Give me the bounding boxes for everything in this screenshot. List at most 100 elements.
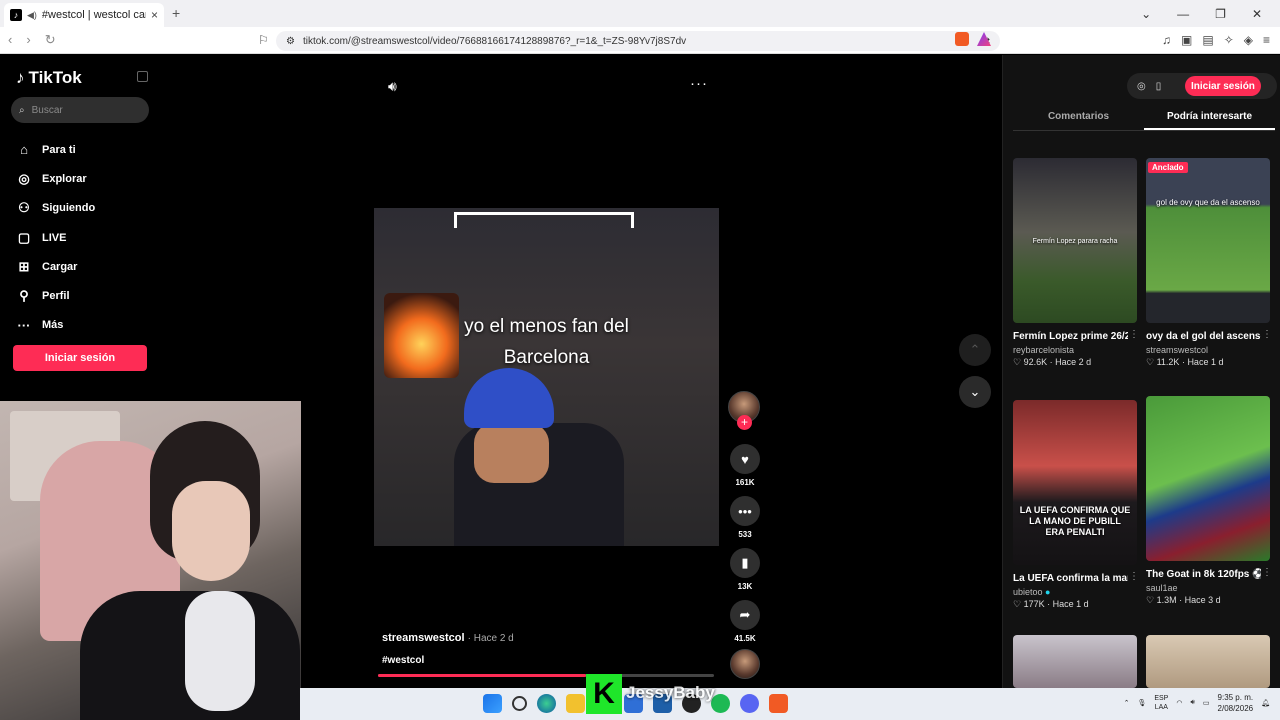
- vpn-icon[interactable]: ◈: [1244, 33, 1253, 47]
- save-action[interactable]: ▮ 13K: [730, 548, 760, 591]
- suggested-video-card[interactable]: Anclado gol de ovy que da el ascenso ovy…: [1146, 158, 1272, 368]
- volume-icon[interactable]: 🔊︎: [388, 78, 397, 95]
- brave-rewards-icon[interactable]: [977, 32, 991, 46]
- sidebar-item-siguiendo[interactable]: ⚇ Siguiendo: [16, 194, 95, 223]
- sidebar-item-label: Perfil: [42, 290, 70, 303]
- video-thumbnail[interactable]: LA UEFA CONFIRMA QUE LA MANO DE PUBILL E…: [1013, 400, 1137, 565]
- card-more-icon[interactable]: ⋮: [1129, 571, 1139, 582]
- comment-action[interactable]: ••• 533: [730, 496, 760, 539]
- video-progress-bar[interactable]: [378, 674, 714, 677]
- card-title[interactable]: La UEFA confirma la mano de Pubill #futb…: [1013, 571, 1128, 586]
- tray-chevron-icon[interactable]: ⌃: [1124, 699, 1130, 707]
- compass-icon: ◎: [18, 170, 30, 186]
- new-tab-button[interactable]: +: [172, 5, 180, 21]
- previous-video-button[interactable]: ⌃: [959, 334, 991, 366]
- sidebar-item-cargar[interactable]: ⊞ Cargar: [16, 252, 95, 281]
- brave-icon[interactable]: [769, 694, 788, 713]
- back-button[interactable]: ‹: [8, 32, 12, 48]
- share-action[interactable]: ➦ 41.5K: [730, 600, 760, 643]
- card-age: Hace 1 d: [1187, 357, 1224, 367]
- minimize-button[interactable]: —: [1177, 7, 1189, 21]
- tab-comentarios[interactable]: Comentarios: [1013, 105, 1144, 130]
- battery-icon[interactable]: ▭: [1203, 699, 1210, 707]
- reload-button[interactable]: ↻: [45, 32, 56, 48]
- suggested-video-card[interactable]: LA UEFA CONFIRMA QUE LA MANO DE PUBILL E…: [1013, 400, 1139, 610]
- browser-tab[interactable]: ♪ ◀) #westcol | westcol camisa de ×: [4, 3, 164, 27]
- windows-start-icon[interactable]: [483, 694, 502, 713]
- discord-icon[interactable]: [740, 694, 759, 713]
- panel-login-button[interactable]: Iniciar sesión: [1185, 76, 1261, 96]
- sidebar-item-para-ti[interactable]: ⌂ Para ti: [16, 135, 95, 164]
- video-player[interactable]: yo el menos fan del Barcelona: [374, 208, 719, 546]
- media-icon[interactable]: ♫: [1162, 33, 1171, 47]
- sidebar-icon[interactable]: ▣: [1181, 33, 1192, 47]
- like-action[interactable]: ♥ 161K: [730, 444, 760, 487]
- more-options-icon[interactable]: ···: [690, 75, 708, 92]
- sidebar-login-button[interactable]: Iniciar sesión: [13, 345, 147, 371]
- maximize-button[interactable]: ❐: [1215, 7, 1226, 21]
- card-more-icon[interactable]: ⋮: [1262, 329, 1272, 340]
- card-title[interactable]: Fermín Lopez prime 26/27 ⚽ #ferminlope..…: [1013, 329, 1128, 344]
- card-title[interactable]: ovy da el gol del ascenso al último...: [1146, 329, 1261, 344]
- url-bar[interactable]: ⚙ tiktok.com/@streamswestcol/video/76688…: [276, 31, 1000, 51]
- card-likes: 177K: [1023, 599, 1045, 609]
- app-icon[interactable]: [566, 694, 585, 713]
- card-user[interactable]: ubietoo ●: [1013, 587, 1137, 597]
- sound-avatar[interactable]: [730, 649, 760, 679]
- video-hashtag[interactable]: #westcol: [382, 655, 424, 666]
- leo-ai-icon[interactable]: ✧: [1224, 33, 1234, 47]
- video-thumbnail[interactable]: [1013, 635, 1137, 688]
- suggested-video-card[interactable]: The Goat in 8k 120fps ⚽ #messi #trend...…: [1146, 396, 1272, 606]
- video-scene-cap: [464, 368, 554, 428]
- close-tab-icon[interactable]: ×: [151, 8, 158, 22]
- card-title[interactable]: The Goat in 8k 120fps ⚽ #messi #trend...: [1146, 567, 1261, 582]
- video-thumbnail[interactable]: [1146, 396, 1270, 561]
- sidebar-item-perfil[interactable]: ⚲ Perfil: [16, 281, 95, 310]
- video-thumbnail[interactable]: Anclado gol de ovy que da el ascenso: [1146, 158, 1270, 323]
- close-window-button[interactable]: ✕: [1252, 7, 1262, 21]
- card-more-icon[interactable]: ⋮: [1129, 329, 1139, 340]
- notification-bell-icon[interactable]: 🔔︎: [1261, 699, 1270, 707]
- card-more-icon[interactable]: ⋮: [1262, 567, 1272, 578]
- card-stats: ♡ 92.6K · Hace 2 d: [1013, 357, 1092, 367]
- brave-shields-icon[interactable]: [955, 32, 969, 46]
- menu-icon[interactable]: ≡: [1263, 33, 1270, 47]
- tiktok-logo[interactable]: ♪ TikTok: [16, 68, 82, 88]
- next-video-button[interactable]: ⌄: [959, 376, 991, 408]
- compass-small-icon[interactable]: ◎: [1137, 81, 1146, 92]
- video-thumbnail[interactable]: [1146, 635, 1270, 688]
- author-name[interactable]: streamswestcol: [382, 632, 465, 644]
- suggested-video-card[interactable]: Fermín Lopez parara racha Fermín Lopez p…: [1013, 158, 1139, 368]
- video-thumbnail[interactable]: Fermín Lopez parara racha: [1013, 158, 1137, 323]
- forward-button[interactable]: ›: [26, 32, 30, 48]
- tab-list-chevron-icon[interactable]: ⌄: [1141, 7, 1151, 21]
- follow-plus-icon[interactable]: +: [737, 415, 752, 430]
- card-user[interactable]: reybarcelonista: [1013, 345, 1137, 355]
- card-user[interactable]: streamswestcol: [1146, 345, 1270, 355]
- search-icon[interactable]: [512, 696, 527, 711]
- site-info-icon[interactable]: ⚙: [286, 36, 295, 47]
- tab-podria-interesarte[interactable]: Podría interesarte: [1144, 105, 1275, 130]
- mic-icon[interactable]: 🎙︎: [1137, 699, 1146, 707]
- clock-time: 9:35 p. m.: [1217, 693, 1254, 702]
- thumbnail-overlay-text: gol de ovy que da el ascenso: [1156, 198, 1260, 207]
- edge-icon[interactable]: [537, 694, 556, 713]
- wifi-icon[interactable]: ◠: [1176, 699, 1182, 707]
- search-input[interactable]: ⌕ Buscar: [11, 97, 149, 123]
- video-author[interactable]: streamswestcol · Hace 2 d: [382, 632, 514, 644]
- address-toolbar: ‹ › ↻ ⚐ ⚙ tiktok.com/@streamswestcol/vid…: [0, 27, 1280, 54]
- lang-code: ESP: [1154, 695, 1169, 702]
- device-icon[interactable]: ▯: [1156, 81, 1162, 92]
- sidebar-item-mas[interactable]: ··· Más: [16, 311, 95, 340]
- volume-icon[interactable]: 🔊︎: [1190, 699, 1194, 707]
- sidebar-item-explorar[interactable]: ◎ Explorar: [16, 164, 95, 193]
- sidebar-item-live[interactable]: ▢ LIVE: [16, 223, 95, 252]
- wallet-icon[interactable]: ▤: [1202, 33, 1213, 47]
- clock[interactable]: 9:35 p. m. 2/08/2026: [1218, 692, 1254, 714]
- language-indicator[interactable]: ESP LAA: [1154, 694, 1168, 712]
- bookmark-icon[interactable]: ⚐: [258, 33, 269, 47]
- collapse-sidebar-icon[interactable]: [137, 71, 148, 82]
- window-controls: ⌄ — ❐ ✕: [1141, 0, 1280, 27]
- action-rail: + ♥ 161K ••• 533 ▮ 13K ➦ 41.5K: [728, 391, 762, 643]
- card-user[interactable]: saul1ae: [1146, 583, 1270, 593]
